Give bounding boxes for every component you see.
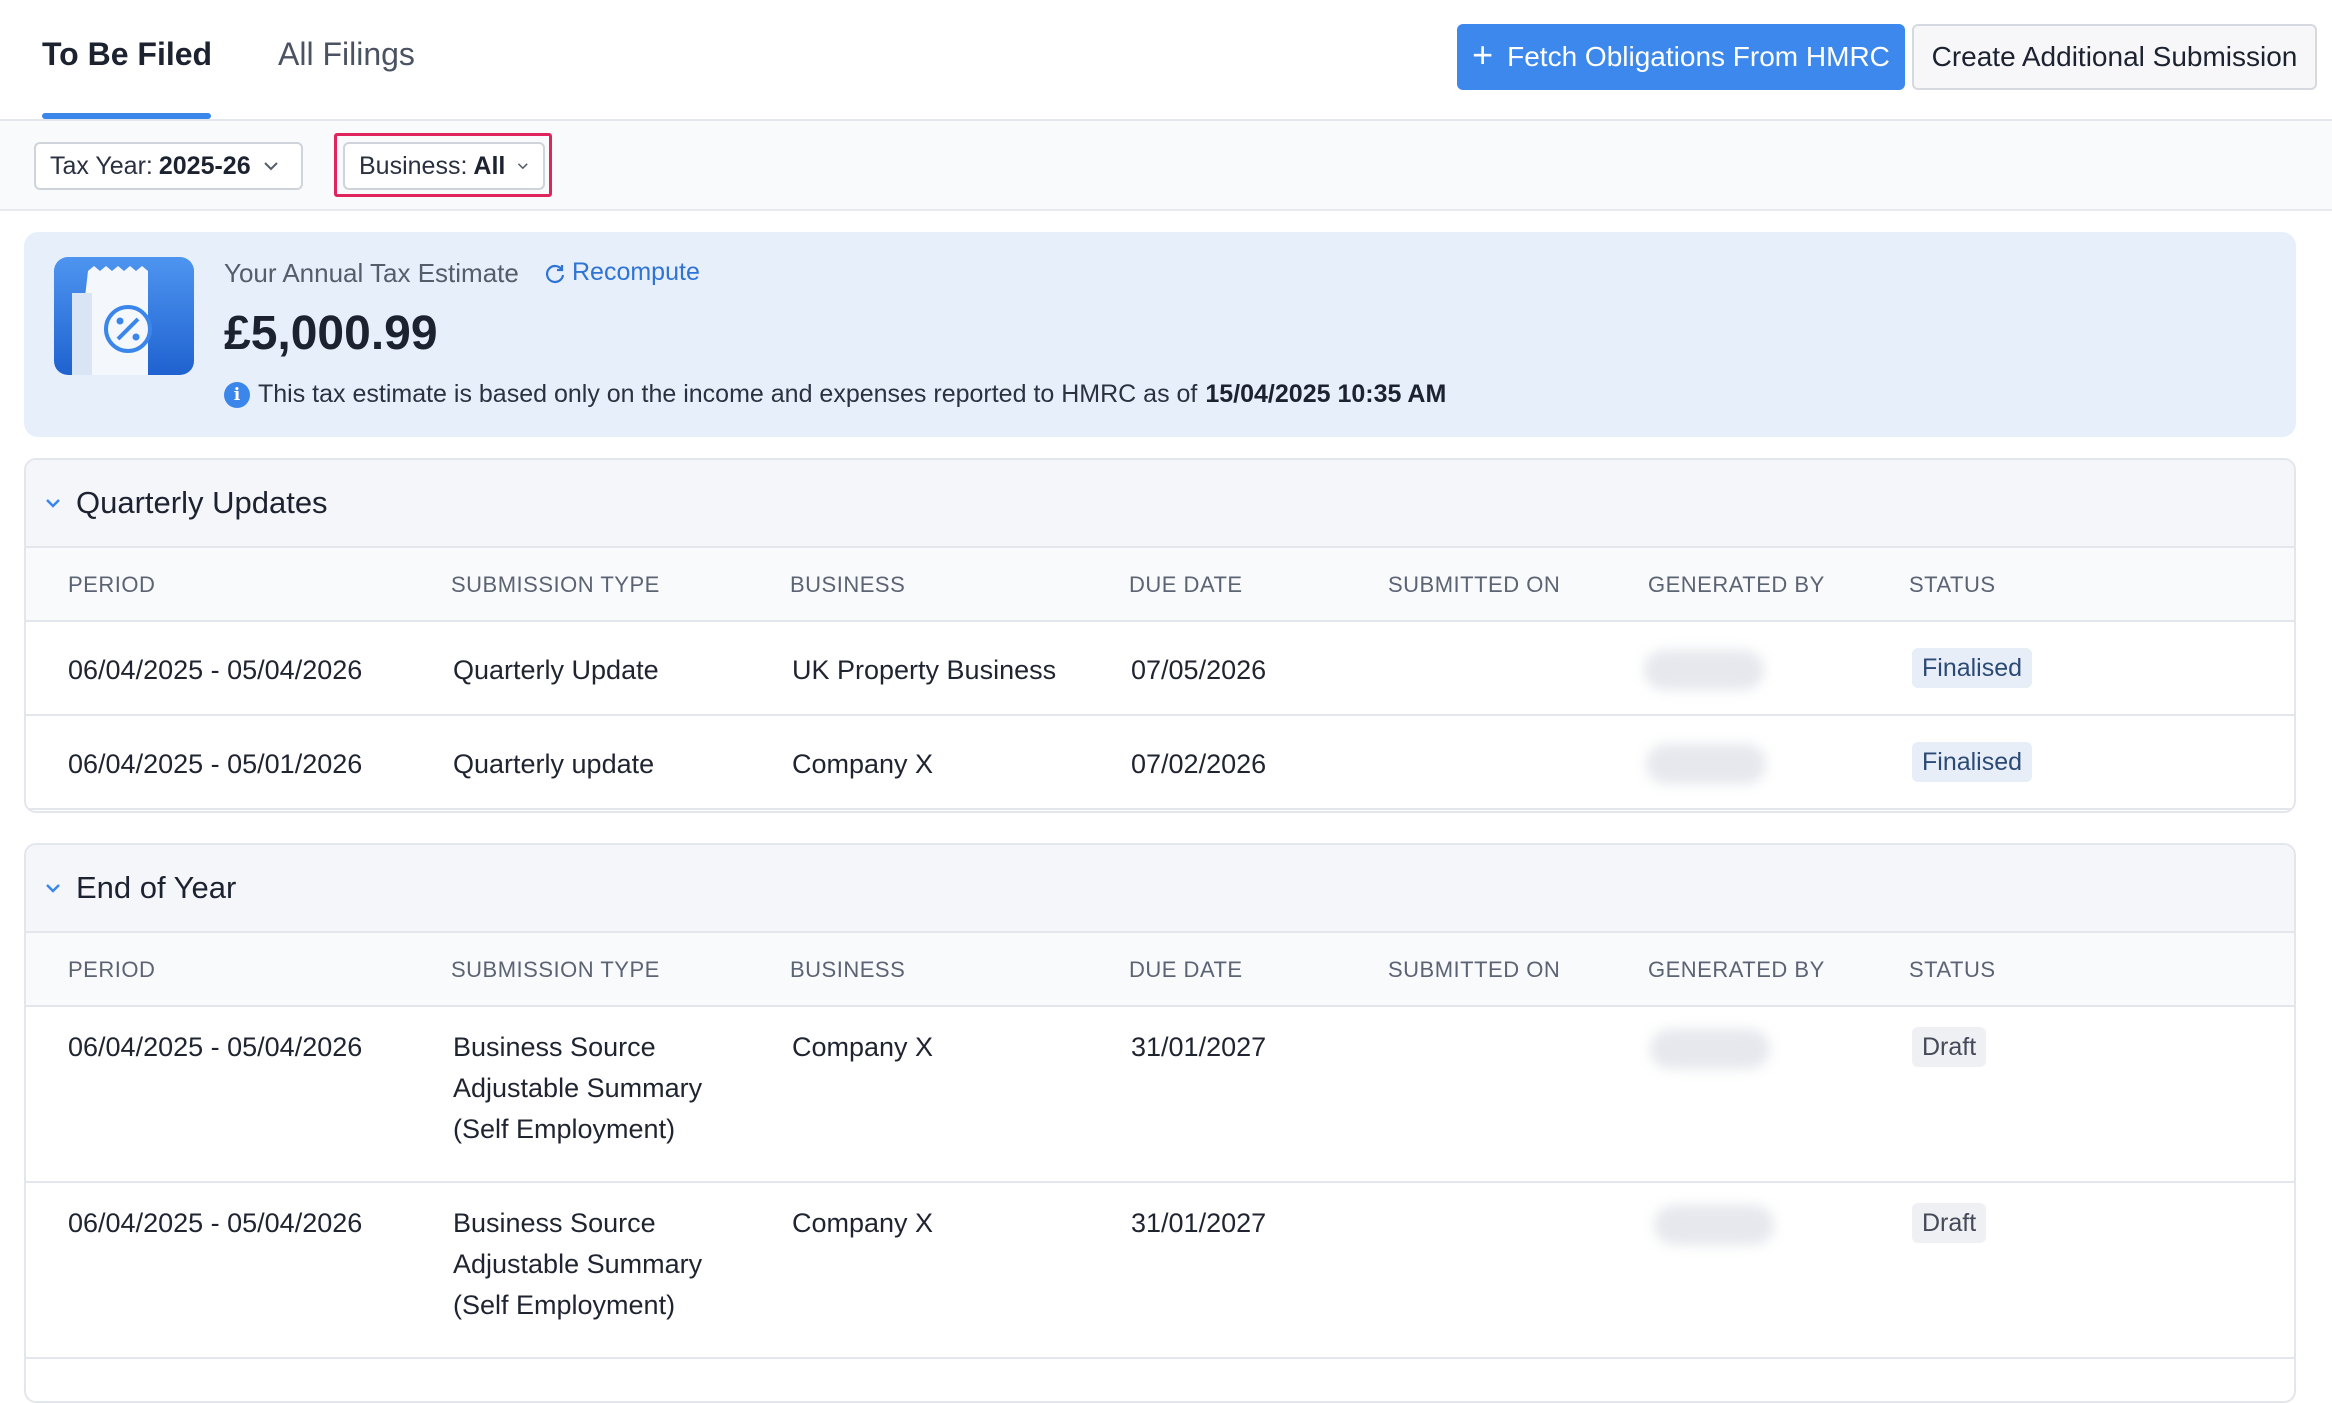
top-bar: To Be Filed All Filings + Fetch Obligati… — [0, 0, 2332, 121]
tax-year-value: 2025-26 — [158, 151, 251, 180]
submission-type-line: Adjustable Summary — [453, 1249, 703, 1279]
col-due-date[interactable]: DUE DATE — [1129, 572, 1243, 598]
chevron-down-icon — [46, 884, 60, 893]
submission-type-cell: Quarterly update — [453, 749, 655, 779]
estimate-note-text: This tax estimate is based only on the i… — [258, 380, 1198, 408]
status-badge: Draft — [1912, 1027, 1987, 1067]
col-period[interactable]: PERIOD — [68, 957, 155, 983]
period-cell: 06/04/2025 - 05/04/2026 — [68, 1208, 363, 1238]
chevron-down-icon — [263, 162, 278, 171]
status-badge: Finalised — [1912, 648, 2033, 688]
period-cell: 06/04/2025 - 05/04/2026 — [68, 655, 363, 685]
col-business[interactable]: BUSINESS — [790, 572, 905, 598]
table-header: PERIOD SUBMISSION TYPE BUSINESS DUE DATE… — [26, 548, 2294, 622]
status-badge: Finalised — [1912, 742, 2033, 782]
status-badge: Draft — [1912, 1203, 1987, 1243]
business-filter-highlight — [334, 133, 552, 197]
col-submitted-on[interactable]: SUBMITTED ON — [1388, 572, 1560, 598]
col-status[interactable]: STATUS — [1909, 572, 1996, 598]
create-additional-submission-button[interactable]: Create Additional Submission — [1912, 24, 2317, 90]
col-submission-type[interactable]: SUBMISSION TYPE — [451, 572, 660, 598]
generated-by-redacted — [1646, 744, 1766, 784]
section-title: Quarterly Updates — [76, 485, 328, 520]
col-period[interactable]: PERIOD — [68, 572, 155, 598]
tab-all-filings[interactable]: All Filings — [278, 36, 415, 73]
estimate-title: Your Annual Tax Estimate — [224, 258, 519, 288]
estimate-amount: £5,000.99 — [224, 307, 438, 360]
submission-type-line: Business Source — [453, 1208, 656, 1238]
info-icon: i — [224, 381, 250, 408]
tax-year-label: Tax Year: — [50, 151, 153, 180]
submission-type-line: (Self Employment) — [453, 1114, 676, 1144]
end-of-year-section: End of Year PERIOD SUBMISSION TYPE BUSIN… — [24, 843, 2296, 1403]
chevron-down-icon — [46, 499, 60, 508]
submission-type-cell: Business Source Adjustable Summary (Self… — [453, 1203, 702, 1326]
due-date-cell: 07/02/2026 — [1131, 749, 1267, 779]
submission-type-line: Business Source — [453, 1032, 656, 1062]
business-cell: UK Property Business — [792, 655, 1057, 685]
generated-by-redacted — [1644, 650, 1764, 690]
generated-by-redacted — [1650, 1029, 1770, 1069]
col-business[interactable]: BUSINESS — [790, 957, 905, 983]
col-due-date[interactable]: DUE DATE — [1129, 957, 1243, 983]
col-submitted-on[interactable]: SUBMITTED ON — [1388, 957, 1560, 983]
table-row[interactable]: 06/04/2025 - 05/04/2026 Business Source … — [26, 1183, 2294, 1359]
submission-type-cell: Quarterly Update — [453, 655, 659, 685]
fetch-obligations-button[interactable]: + Fetch Obligations From HMRC — [1457, 24, 1905, 90]
due-date-cell: 31/01/2027 — [1131, 1032, 1267, 1062]
generated-by-redacted — [1654, 1205, 1774, 1245]
table-row[interactable]: 06/04/2025 - 05/04/2026 Quarterly Update… — [26, 622, 2294, 716]
quarterly-updates-section: Quarterly Updates PERIOD SUBMISSION TYPE… — [24, 458, 2296, 813]
table-row[interactable]: 06/04/2025 - 05/01/2026 Quarterly update… — [26, 716, 2294, 810]
end-of-year-header[interactable]: End of Year — [26, 845, 2294, 933]
fetch-obligations-label: Fetch Obligations From HMRC — [1507, 41, 1890, 72]
business-cell: Company X — [792, 1032, 934, 1062]
due-date-cell: 07/05/2026 — [1131, 655, 1267, 685]
submission-type-line: Adjustable Summary — [453, 1073, 703, 1103]
business-cell: Company X — [792, 749, 934, 779]
receipt-percent-icon — [54, 257, 194, 375]
active-tab-indicator — [42, 113, 211, 119]
col-generated-by[interactable]: GENERATED BY — [1648, 572, 1825, 598]
recompute-label: Recompute — [572, 258, 700, 286]
tax-year-filter[interactable]: Tax Year: 2025-26 — [34, 142, 303, 190]
recompute-link[interactable]: Recompute — [544, 258, 700, 287]
estimate-note-date: 15/04/2025 10:35 AM — [1205, 380, 1447, 408]
quarterly-updates-header[interactable]: Quarterly Updates — [26, 460, 2294, 548]
plus-icon: + — [1472, 34, 1494, 75]
submission-type-line: (Self Employment) — [453, 1290, 676, 1320]
col-generated-by[interactable]: GENERATED BY — [1648, 957, 1825, 983]
col-submission-type[interactable]: SUBMISSION TYPE — [451, 957, 660, 983]
tab-to-be-filed[interactable]: To Be Filed — [42, 36, 212, 73]
period-cell: 06/04/2025 - 05/01/2026 — [68, 749, 363, 779]
business-cell: Company X — [792, 1208, 934, 1238]
period-cell: 06/04/2025 - 05/04/2026 — [68, 1032, 363, 1062]
due-date-cell: 31/01/2027 — [1131, 1208, 1267, 1238]
tax-estimate-card: Your Annual Tax Estimate Recompute £5,00… — [24, 232, 2296, 437]
refresh-icon — [545, 264, 565, 283]
table-header: PERIOD SUBMISSION TYPE BUSINESS DUE DATE… — [26, 933, 2294, 1007]
submission-type-cell: Business Source Adjustable Summary (Self… — [453, 1027, 702, 1150]
section-title: End of Year — [76, 870, 237, 905]
table-row[interactable]: 06/04/2025 - 05/04/2026 Business Source … — [26, 1007, 2294, 1183]
estimate-note: i This tax estimate is based only on the… — [224, 380, 1446, 409]
col-status[interactable]: STATUS — [1909, 957, 1996, 983]
